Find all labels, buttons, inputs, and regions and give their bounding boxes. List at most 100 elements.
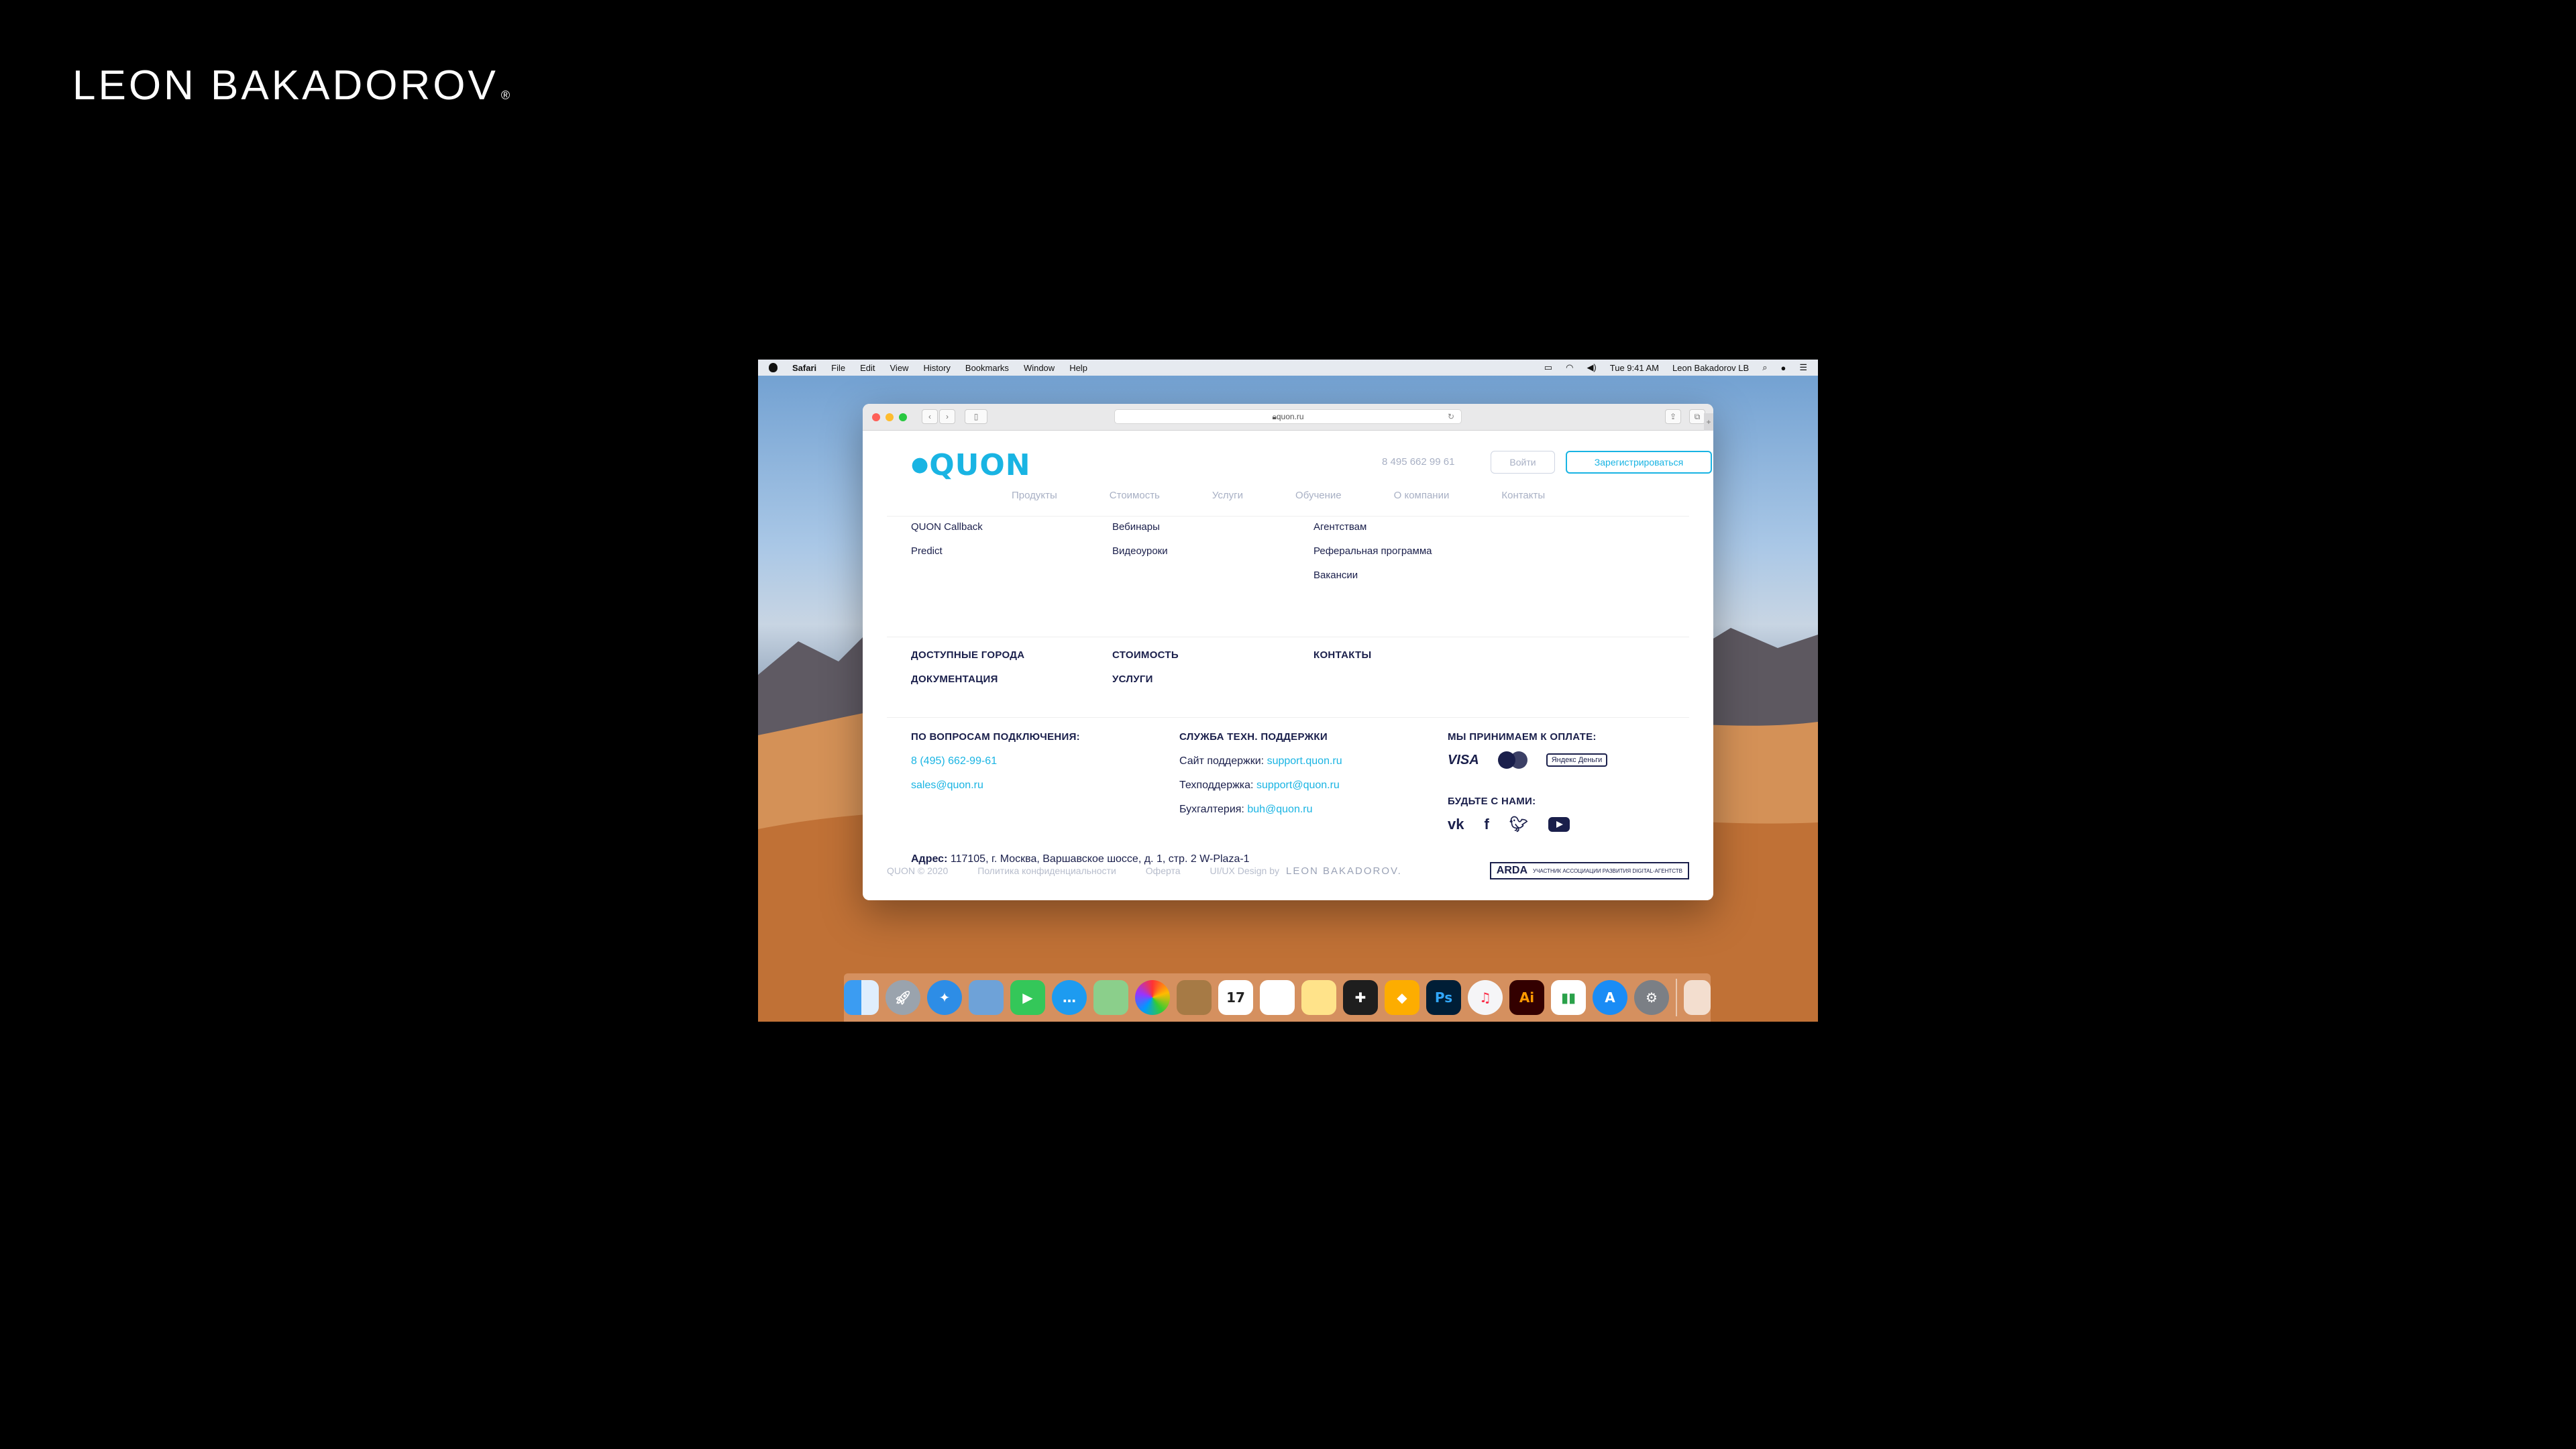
address-bar[interactable]: 🔒︎ quon.ru ↻ (1114, 409, 1462, 424)
connect-email[interactable]: sales@quon.ru (911, 780, 983, 792)
nav-contacts[interactable]: Контакты (1501, 490, 1545, 501)
macos-menu-bar: Safari File Edit View History Bookmarks … (758, 360, 1818, 376)
login-button[interactable]: Войти (1491, 451, 1555, 474)
link-section-services[interactable]: УСЛУГИ (1112, 674, 1153, 685)
link-section-contacts[interactable]: КОНТАКТЫ (1313, 649, 1371, 661)
youtube-icon[interactable] (1548, 817, 1570, 832)
privacy-link[interactable]: Политика конфиденциальности (977, 865, 1116, 876)
facetime-icon[interactable]: ▶ (1010, 980, 1045, 1015)
facebook-icon[interactable]: f (1484, 816, 1489, 833)
apple-icon[interactable] (769, 363, 777, 372)
sketch-icon[interactable]: ◆ (1385, 980, 1419, 1015)
forward-button[interactable]: › (939, 409, 955, 424)
preview-icon[interactable] (969, 980, 1004, 1015)
nav-products[interactable]: Продукты (1012, 490, 1057, 501)
tech-support-link[interactable]: support@quon.ru (1256, 780, 1340, 791)
header-phone[interactable]: 8 495 662 99 61 (1382, 456, 1454, 468)
link-referral[interactable]: Реферальная программа (1313, 539, 1432, 564)
stickies-icon[interactable] (1301, 980, 1336, 1015)
vk-icon[interactable]: vk (1448, 816, 1464, 833)
link-cities[interactable]: ДОСТУПНЫЕ ГОРОДА (911, 649, 1024, 661)
contacts-block: ПО ВОПРОСАМ ПОДКЛЮЧЕНИЯ: 8 (495) 662-99-… (887, 718, 1689, 865)
nav-training[interactable]: Обучение (1295, 490, 1342, 501)
browser-toolbar: ‹ › ▯ 🔒︎ quon.ru ↻ ⇪ ⧉ + (863, 404, 1713, 431)
menu-clock[interactable]: Tue 9:41 AM (1610, 363, 1659, 373)
menu-file[interactable]: File (831, 363, 845, 373)
spotlight-icon[interactable]: ⌕ (1762, 362, 1767, 373)
quon-page: ●QUON 8 495 662 99 61 Войти Зарегистриро… (863, 431, 1713, 900)
quon-logo[interactable]: ●QUON (911, 448, 1031, 482)
safari-icon[interactable]: ✦ (927, 980, 962, 1015)
menu-app-name[interactable]: Safari (792, 363, 816, 373)
support-site-link[interactable]: support.quon.ru (1267, 755, 1342, 767)
macos-dock: 🚀︎ ✦ ▶ … 17 ✚ ◆ Ps ♫ Ai ▮▮ A ⚙ (844, 973, 1711, 1022)
launchpad-icon[interactable]: 🚀︎ (885, 980, 920, 1015)
support-title: СЛУЖБА ТЕХН. ПОДДЕРЖКИ (1179, 731, 1328, 743)
menu-history[interactable]: History (923, 363, 950, 373)
menu-user[interactable]: Leon Bakadorov LB (1672, 363, 1749, 373)
nav-about[interactable]: О компании (1394, 490, 1450, 501)
visa-icon: VISA (1448, 752, 1479, 767)
maps-icon[interactable] (1093, 980, 1128, 1015)
connect-phone[interactable]: 8 (495) 662-99-61 (911, 755, 997, 767)
support-site-label: Сайт поддержки: (1179, 755, 1265, 767)
link-webinars[interactable]: Вебинары (1112, 515, 1168, 539)
zoom-window-button[interactable] (899, 413, 907, 421)
trash-icon[interactable] (1684, 980, 1711, 1015)
tabs-overview-button[interactable]: ⧉ (1689, 409, 1705, 424)
designer-link[interactable]: LEON BAKADOROV. (1286, 865, 1402, 877)
accounting-label: Бухгалтерия: (1179, 804, 1244, 815)
notes-icon[interactable] (1177, 980, 1212, 1015)
minimize-window-button[interactable] (885, 413, 894, 421)
nav-services[interactable]: Услуги (1212, 490, 1243, 501)
airplay-icon[interactable]: ▭ (1544, 362, 1552, 373)
system-preferences-icon[interactable]: ⚙ (1634, 980, 1669, 1015)
twitter-icon[interactable]: 🐦︎ (1509, 816, 1528, 833)
link-vacancies[interactable]: Вакансии (1313, 564, 1432, 588)
connect-title: ПО ВОПРОСАМ ПОДКЛЮЧЕНИЯ: (911, 731, 1080, 743)
offer-link[interactable]: Оферта (1146, 865, 1181, 876)
back-button[interactable]: ‹ (922, 409, 938, 424)
mastercard-icon (1497, 751, 1527, 769)
share-button[interactable]: ⇪ (1665, 409, 1681, 424)
photos-icon[interactable] (1135, 980, 1170, 1015)
link-docs[interactable]: ДОКУМЕНТАЦИЯ (911, 674, 998, 685)
figma-icon[interactable]: ✚ (1343, 980, 1378, 1015)
new-tab-button[interactable]: + (1704, 413, 1713, 431)
link-quon-callback[interactable]: QUON Callback (911, 515, 983, 539)
register-button[interactable]: Зарегистрироваться (1566, 451, 1712, 474)
nav-pricing[interactable]: Стоимость (1110, 490, 1160, 501)
illustrator-icon[interactable]: Ai (1509, 980, 1544, 1015)
photoshop-icon[interactable]: Ps (1426, 980, 1461, 1015)
menu-window[interactable]: Window (1024, 363, 1055, 373)
finder-icon[interactable] (844, 980, 879, 1015)
site-header: ●QUON 8 495 662 99 61 Войти Зарегистриро… (887, 431, 1712, 517)
menu-bookmarks[interactable]: Bookmarks (965, 363, 1009, 373)
reload-icon[interactable]: ↻ (1448, 412, 1454, 421)
music-icon[interactable]: ♫ (1468, 980, 1503, 1015)
close-window-button[interactable] (872, 413, 880, 421)
reminders-icon[interactable] (1260, 980, 1295, 1015)
notification-center-icon[interactable]: ☰ (1799, 362, 1807, 373)
link-video-lessons[interactable]: Видеоуроки (1112, 539, 1168, 564)
numbers-icon[interactable]: ▮▮ (1551, 980, 1586, 1015)
messages-icon[interactable]: … (1052, 980, 1087, 1015)
app-store-icon[interactable]: A (1593, 980, 1627, 1015)
menu-edit[interactable]: Edit (860, 363, 875, 373)
arda-badge[interactable]: ARDA УЧАСТНИК АССОЦИАЦИИ РАЗВИТИЯ DIGITA… (1489, 862, 1689, 879)
brand-wordmark: LEON BAKADOROV ® (72, 62, 513, 109)
dock-separator (1676, 979, 1677, 1016)
accounting-link[interactable]: buh@quon.ru (1247, 804, 1312, 815)
link-agencies[interactable]: Агентствам (1313, 515, 1432, 539)
sidebar-toggle-button[interactable]: ▯ (965, 409, 987, 424)
wifi-icon[interactable]: ◠ (1566, 362, 1573, 373)
tech-support-label: Техподдержка: (1179, 780, 1254, 791)
menu-view[interactable]: View (890, 363, 909, 373)
volume-icon[interactable]: ◀) (1587, 362, 1596, 373)
calendar-icon[interactable]: 17 (1218, 980, 1253, 1015)
link-predict[interactable]: Predict (911, 539, 983, 564)
siri-icon[interactable]: ● (1780, 363, 1786, 373)
link-section-pricing[interactable]: СТОИМОСТЬ (1112, 649, 1179, 661)
menu-help[interactable]: Help (1069, 363, 1087, 373)
url-text: quon.ru (1276, 412, 1304, 421)
